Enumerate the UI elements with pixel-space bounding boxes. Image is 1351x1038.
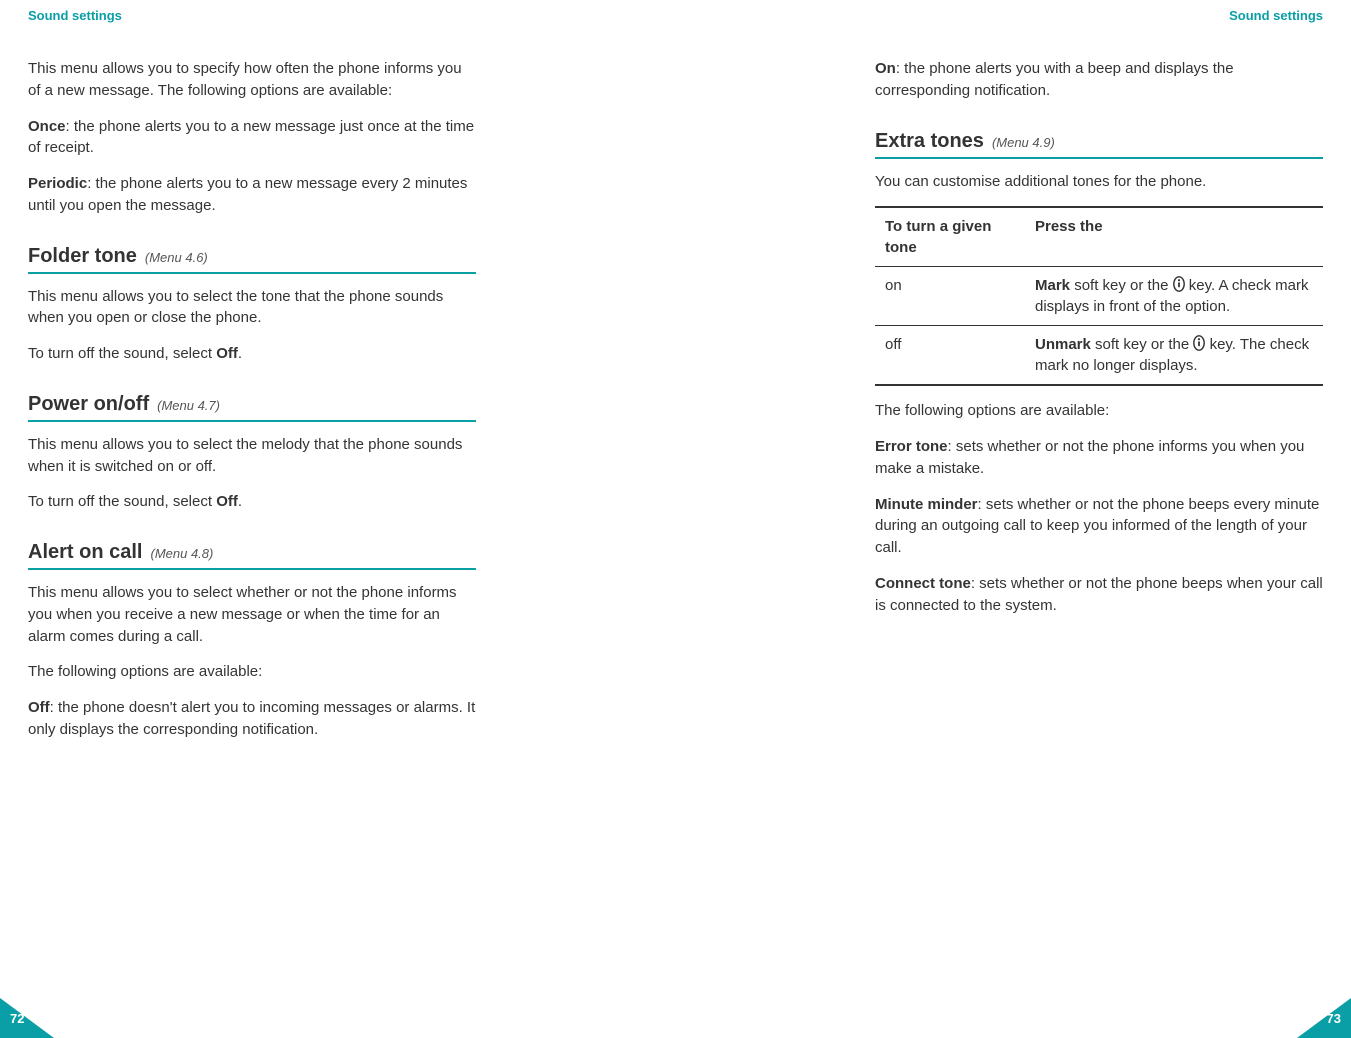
- running-head-left: Sound settings: [28, 8, 122, 23]
- section-head-extra-tones: Extra tones (Menu 4.9): [875, 130, 1323, 159]
- folder-tone-off: Off: [216, 345, 238, 362]
- mark-label: Mark: [1035, 277, 1070, 294]
- extra-followup: The following options are available:: [875, 400, 1323, 422]
- page-corner-triangle-left: [0, 998, 54, 1038]
- cell-off: off: [875, 326, 1025, 386]
- section-menu-label: (Menu 4.7): [157, 398, 220, 413]
- folder-tone-p1: This menu allows you to select the tone …: [28, 286, 476, 330]
- option-minute-minder: Minute minder: sets whether or not the p…: [875, 494, 1323, 559]
- alert-on-text: : the phone alerts you with a beep and d…: [875, 60, 1234, 99]
- cell-on-instructions: Mark soft key or the key. A check mark d…: [1025, 267, 1323, 326]
- periodic-text: : the phone alerts you to a new message …: [28, 175, 467, 214]
- once-text: : the phone alerts you to a new message …: [28, 118, 474, 157]
- option-error-tone: Error tone: sets whether or not the phon…: [875, 436, 1323, 480]
- page-corner-triangle-right: [1297, 998, 1351, 1038]
- extra-tones-table: To turn a given tone Press the on Mark s…: [875, 206, 1323, 386]
- folder-tone-p2a: To turn off the sound, select: [28, 345, 216, 362]
- table-header-row: To turn a given tone Press the: [875, 207, 1323, 267]
- page-number-left: 72: [10, 1011, 24, 1026]
- option-connect-tone: Connect tone: sets whether or not the ph…: [875, 573, 1323, 617]
- error-tone-label: Error tone: [875, 438, 948, 455]
- mark-text-a: soft key or the: [1070, 277, 1173, 294]
- option-periodic: Periodic: the phone alerts you to a new …: [28, 173, 476, 217]
- alert-on: On: the phone alerts you with a beep and…: [875, 58, 1323, 102]
- table-header-1: To turn a given tone: [875, 207, 1025, 267]
- section-title: Folder tone: [28, 245, 137, 268]
- table-row: off Unmark soft key or the key. The chec…: [875, 326, 1323, 386]
- page-left: Sound settings This menu allows you to s…: [0, 0, 676, 1038]
- unmark-text-a: soft key or the: [1091, 336, 1194, 353]
- section-head-power: Power on/off (Menu 4.7): [28, 393, 476, 422]
- option-once: Once: the phone alerts you to a new mess…: [28, 116, 476, 160]
- once-label: Once: [28, 118, 66, 135]
- periodic-label: Periodic: [28, 175, 87, 192]
- section-menu-label: (Menu 4.8): [150, 546, 213, 561]
- power-p2c: .: [238, 493, 242, 510]
- page-spread: Sound settings This menu allows you to s…: [0, 0, 1351, 1038]
- alert-off-label: Off: [28, 699, 50, 716]
- folder-tone-p2: To turn off the sound, select Off.: [28, 343, 476, 365]
- section-menu-label: (Menu 4.6): [145, 250, 208, 265]
- folder-tone-p2c: .: [238, 345, 242, 362]
- table-header-2: Press the: [1025, 207, 1323, 267]
- extra-intro: You can customise additional tones for t…: [875, 171, 1323, 193]
- cell-on: on: [875, 267, 1025, 326]
- running-head-right: Sound settings: [1229, 8, 1323, 23]
- content-left: This menu allows you to specify how ofte…: [28, 58, 476, 755]
- table-row: on Mark soft key or the key. A check mar…: [875, 267, 1323, 326]
- power-p2: To turn off the sound, select Off.: [28, 491, 476, 513]
- unmark-label: Unmark: [1035, 336, 1091, 353]
- section-title: Extra tones: [875, 130, 984, 153]
- section-head-folder-tone: Folder tone (Menu 4.6): [28, 245, 476, 274]
- alert-on-label: On: [875, 60, 896, 77]
- page-right: Sound settings On: the phone alerts you …: [676, 0, 1351, 1038]
- alert-off: Off: the phone doesn't alert you to inco…: [28, 697, 476, 741]
- intro-paragraph: This menu allows you to specify how ofte…: [28, 58, 476, 102]
- power-off: Off: [216, 493, 238, 510]
- power-p1: This menu allows you to select the melod…: [28, 434, 476, 478]
- alert-p1: This menu allows you to select whether o…: [28, 582, 476, 647]
- cell-off-instructions: Unmark soft key or the key. The check ma…: [1025, 326, 1323, 386]
- page-number-right: 73: [1327, 1011, 1341, 1026]
- section-title: Alert on call: [28, 541, 142, 564]
- section-menu-label: (Menu 4.9): [992, 135, 1055, 150]
- content-right: On: the phone alerts you with a beep and…: [875, 58, 1323, 630]
- section-head-alert: Alert on call (Menu 4.8): [28, 541, 476, 570]
- i-key-icon: [1193, 335, 1205, 351]
- alert-off-text: : the phone doesn't alert you to incomin…: [28, 699, 475, 738]
- section-title: Power on/off: [28, 393, 149, 416]
- alert-p2: The following options are available:: [28, 661, 476, 683]
- connect-tone-label: Connect tone: [875, 575, 971, 592]
- minute-minder-label: Minute minder: [875, 496, 978, 513]
- i-key-icon: [1173, 276, 1185, 292]
- power-p2a: To turn off the sound, select: [28, 493, 216, 510]
